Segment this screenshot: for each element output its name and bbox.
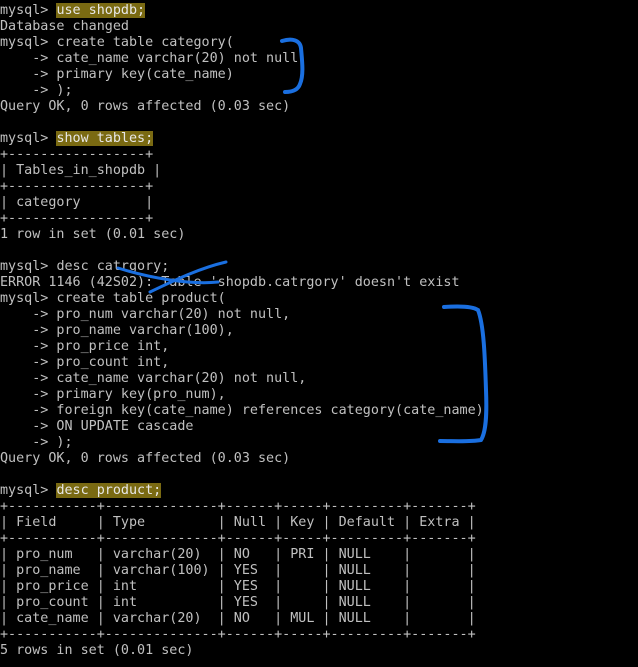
mysql-prompt: mysql> (0, 483, 57, 498)
output-line: 1 row in set (0.01 sec) (0, 227, 186, 242)
output-line: -> pro_price int, (0, 339, 170, 354)
mysql-prompt: mysql> (0, 3, 57, 18)
prompt-line: mysql> show tables; (0, 131, 484, 147)
output-line: +-----------+--------------+------+-----… (0, 499, 476, 514)
output-line: | pro_num | varchar(20) | NO | PRI | NUL… (0, 547, 476, 562)
output-line: Database changed (0, 19, 129, 34)
command-text: use shopdb; (56, 3, 146, 18)
command-text: desc catrgory; (56, 259, 170, 274)
mysql-prompt: mysql> (0, 291, 57, 306)
output-line: | pro_name | varchar(100) | YES | | NULL… (0, 563, 476, 578)
output-line: | pro_price | int | YES | | NULL | | (0, 579, 476, 594)
output-line: -> pro_num varchar(20) not null, (0, 307, 291, 322)
output-line: -> foreign key(cate_name) references cat… (0, 403, 484, 418)
output-line: Query OK, 0 rows affected (0.03 sec) (0, 99, 291, 114)
output-line: Query OK, 0 rows affected (0.03 sec) (0, 451, 291, 466)
mysql-prompt: mysql> (0, 131, 57, 146)
output-line: ERROR 1146 (42S02): Table 'shopdb.catrgo… (0, 275, 460, 290)
output-line: -> cate_name varchar(20) not null, (0, 51, 307, 66)
output-line: -> pro_count int, (0, 355, 170, 370)
mysql-prompt: mysql> (0, 35, 57, 50)
output-line: +-----------+--------------+------+-----… (0, 531, 476, 546)
output-line: | Tables_in_shopdb | (0, 163, 162, 178)
output-line: +-----------------+ (0, 147, 154, 162)
output-line: +-----------+--------------+------+-----… (0, 627, 476, 642)
prompt-line: mysql> desc product; (0, 483, 484, 499)
output-line: -> ); (0, 435, 73, 450)
output-line: | cate_name | varchar(20) | NO | MUL | N… (0, 611, 476, 626)
terminal-output[interactable]: mysql> use shopdb; Database changed mysql>… (0, 3, 484, 659)
output-line: +-----------------+ (0, 179, 154, 194)
prompt-line: mysql> desc catrgory; (0, 259, 484, 275)
output-line: 5 rows in set (0.01 sec) (0, 643, 194, 658)
command-text: create table category( (56, 35, 234, 50)
output-line: -> ); (0, 83, 73, 98)
prompt-line: mysql> create table category( (0, 35, 484, 51)
output-line: | Field | Type | Null | Key | Default | … (0, 515, 476, 530)
output-line: | pro_count | int | YES | | NULL | | (0, 595, 476, 610)
output-line: | category | (0, 195, 154, 210)
output-line: -> cate_name varchar(20) not null, (0, 371, 307, 386)
command-text: show tables; (56, 131, 154, 146)
output-line: -> pro_name varchar(100), (0, 323, 234, 338)
output-line: -> primary key(cate_name) (0, 67, 234, 82)
output-line: -> ON UPDATE cascade (0, 419, 194, 434)
prompt-line: mysql> use shopdb; (0, 3, 484, 19)
prompt-line: mysql> create table product( (0, 291, 484, 307)
output-line: -> primary key(pro_num), (0, 387, 226, 402)
command-text: desc product; (56, 483, 162, 498)
mysql-prompt: mysql> (0, 259, 57, 274)
output-line: +-----------------+ (0, 211, 154, 226)
command-text: create table product( (56, 291, 226, 306)
